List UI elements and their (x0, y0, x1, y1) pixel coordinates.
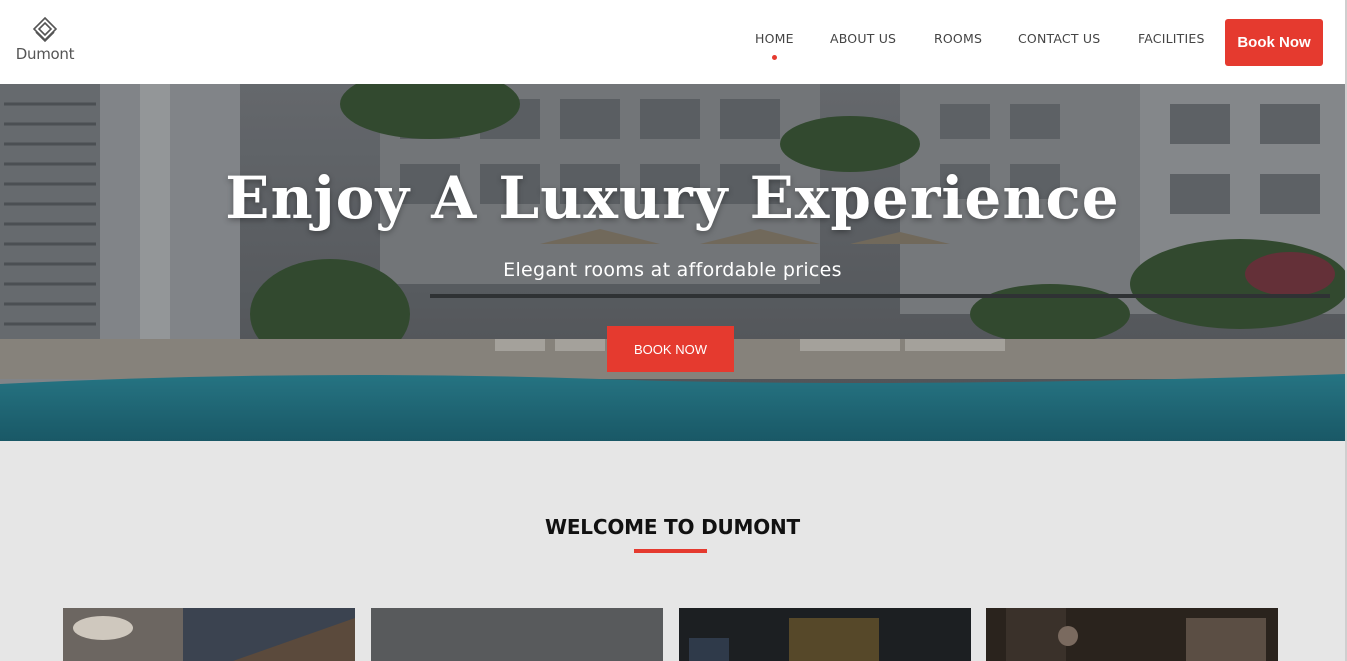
feature-card-image[interactable] (986, 608, 1278, 661)
book-now-button[interactable]: Book Now (1225, 19, 1323, 66)
card-image (986, 608, 1278, 661)
feature-card-image[interactable] (63, 608, 355, 661)
welcome-heading: WELCOME TO DUMONT (544, 515, 800, 539)
brand-logo[interactable]: Dumont (14, 16, 76, 66)
nav-contact-us[interactable]: CONTACT US (1018, 31, 1100, 46)
layered-diamond-icon (32, 16, 58, 43)
hero-banner: Enjoy A Luxury Experience Elegant rooms … (0, 84, 1345, 441)
hero-title: Enjoy A Luxury Experience (225, 164, 1120, 232)
nav-rooms[interactable]: ROOMS (934, 31, 982, 46)
site-header: Dumont HOME ABOUT US ROOMS CONTACT US FA… (0, 0, 1345, 84)
card-image (63, 608, 355, 661)
heading-underline (634, 549, 707, 553)
brand-name: Dumont (15, 45, 75, 63)
nav-home[interactable]: HOME (755, 31, 794, 60)
feature-card-image[interactable] (371, 608, 663, 661)
nav-about-us[interactable]: ABOUT US (830, 31, 896, 46)
feature-card-image[interactable] (679, 608, 971, 661)
hero-book-now-button[interactable]: BOOK NOW (607, 326, 734, 372)
hero-subtitle: Elegant rooms at affordable prices (503, 259, 842, 281)
card-image (679, 608, 971, 661)
nav-facilities[interactable]: FACILITIES (1138, 31, 1205, 46)
card-image (371, 608, 663, 661)
